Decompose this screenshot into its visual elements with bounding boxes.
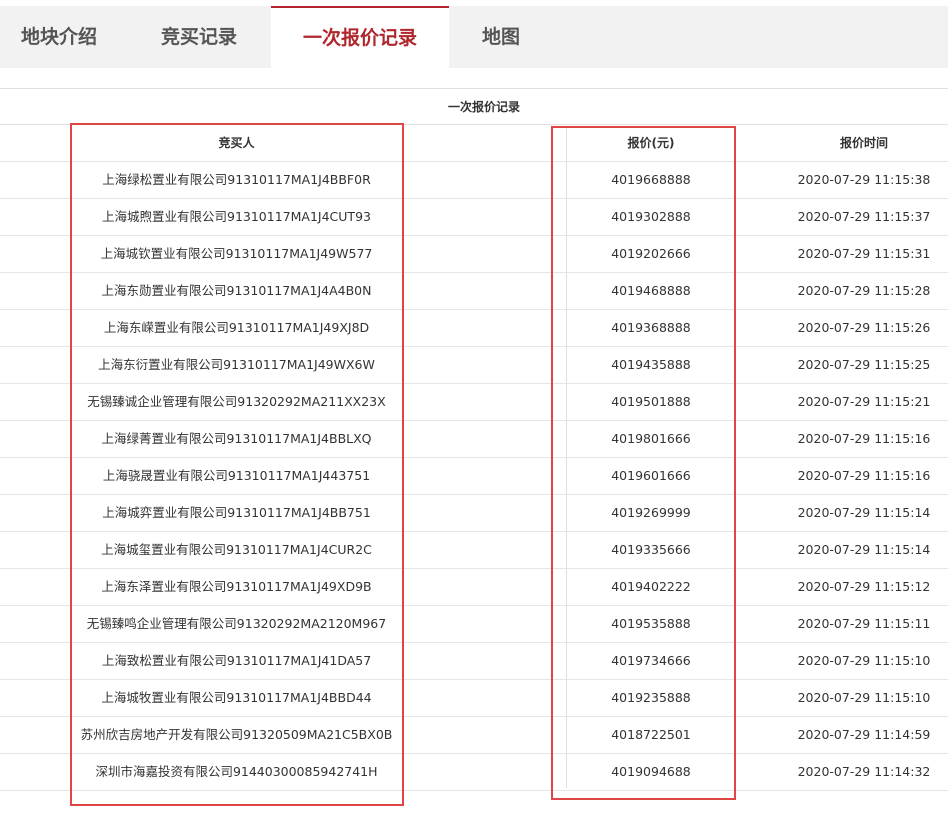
time-cell: 2020-07-29 11:15:31 [797, 246, 931, 261]
bidder-cell: 上海城玺置业有限公司91310117MA1J4CUR2C [101, 542, 372, 557]
bidder-cell: 上海东嵘置业有限公司91310117MA1J49XJ8D [103, 320, 370, 335]
price-cell: 4019368888 [611, 320, 691, 335]
price-cell: 4019302888 [611, 209, 691, 224]
price-cell: 4019094688 [611, 764, 691, 779]
time-cell: 2020-07-29 11:15:21 [797, 394, 931, 409]
table-row: 上海城牧置业有限公司91310117MA1J4BBD44 4019235888 20… [0, 680, 948, 717]
table-row: 上海绿菁置业有限公司91310117MA1J4BBLXQ 4019801666 20… [0, 421, 948, 458]
bidder-cell: 上海城钦置业有限公司91310117MA1J49W577 [100, 246, 373, 261]
bidder-cell: 上海东勋置业有限公司91310117MA1J4A4B0N [101, 283, 372, 298]
time-cell: 2020-07-29 11:15:25 [797, 357, 931, 372]
time-cell: 2020-07-29 11:15:11 [797, 616, 931, 631]
bidder-cell: 上海致松置业有限公司91310117MA1J41DA57 [101, 653, 372, 668]
time-cell: 2020-07-29 11:14:32 [797, 764, 931, 779]
bidder-cell: 上海绿松置业有限公司91310117MA1J4BBF0R [102, 172, 371, 187]
tab-first-quote-records[interactable]: 一次报价记录 [271, 6, 449, 68]
price-cell: 4019435888 [611, 357, 691, 372]
table-row: 上海城玺置业有限公司91310117MA1J4CUR2C 4019335666 20… [0, 532, 948, 569]
bidder-cell: 上海骁晟置业有限公司91310117MA1J443751 [102, 468, 371, 483]
time-cell: 2020-07-29 11:15:28 [797, 283, 931, 298]
price-cell: 4019734666 [611, 653, 691, 668]
table-row: 上海城弈置业有限公司91310117MA1J4BB751 4019269999 20… [0, 495, 948, 532]
time-cell: 2020-07-29 11:15:14 [797, 542, 931, 557]
bidder-cell: 上海东泽置业有限公司91310117MA1J49XD9B [101, 579, 372, 594]
time-cell: 2020-07-29 11:15:38 [797, 172, 931, 187]
quote-table: 一次报价记录 竞买人 报价(元) 报价时间 上海绿松置业有限公司91310117… [0, 88, 948, 791]
table-row: 上海城煦置业有限公司91310117MA1J4CUT93 4019302888 20… [0, 199, 948, 236]
time-cell: 2020-07-29 11:15:37 [797, 209, 931, 224]
header-time: 报价时间 [839, 136, 888, 150]
time-cell: 2020-07-29 11:15:26 [797, 320, 931, 335]
time-cell: 2020-07-29 11:15:12 [797, 579, 931, 594]
table-row: 上海骁晟置业有限公司91310117MA1J443751 4019601666 20… [0, 458, 948, 495]
bidder-cell: 无锡臻诚企业管理有限公司91320292MA211XX23X [87, 394, 386, 409]
table-row: 上海城钦置业有限公司91310117MA1J49W577 4019202666 20… [0, 236, 948, 273]
header-price: 报价(元) [627, 136, 675, 150]
column-divider [566, 126, 567, 788]
bidder-cell: 苏州欣吉房地产开发有限公司91320509MA21C5BX0B [80, 727, 393, 742]
tab-bidding-records[interactable]: 竞买记录 [140, 6, 258, 68]
table-header-row: 竞买人 报价(元) 报价时间 [0, 125, 948, 162]
tab-bar: 地块介绍 竞买记录 一次报价记录 地图 [0, 6, 948, 68]
time-cell: 2020-07-29 11:15:10 [797, 690, 931, 705]
table-row: 上海绿松置业有限公司91310117MA1J4BBF0R 4019668888 20… [0, 162, 948, 199]
tab-map[interactable]: 地图 [455, 6, 547, 68]
bidder-cell: 上海城弈置业有限公司91310117MA1J4BB751 [102, 505, 371, 520]
table-row: 上海东嵘置业有限公司91310117MA1J49XJ8D 4019368888 20… [0, 310, 948, 347]
time-cell: 2020-07-29 11:15:14 [797, 505, 931, 520]
bidder-cell: 上海城煦置业有限公司91310117MA1J4CUT93 [102, 209, 371, 224]
table-row: 苏州欣吉房地产开发有限公司91320509MA21C5BX0B 401872250… [0, 717, 948, 754]
bidder-cell: 上海东衍置业有限公司91310117MA1J49WX6W [98, 357, 375, 372]
price-cell: 4019801666 [611, 431, 691, 446]
price-cell: 4019601666 [611, 468, 691, 483]
price-cell: 4019269999 [611, 505, 691, 520]
table-row: 深圳市海嘉投资有限公司91440300085942741H 4019094688 2… [0, 754, 948, 791]
table-row: 无锡臻诚企业管理有限公司91320292MA211XX23X 4019501888… [0, 384, 948, 421]
price-cell: 4019501888 [611, 394, 691, 409]
time-cell: 2020-07-29 11:14:59 [797, 727, 931, 742]
price-cell: 4019668888 [611, 172, 691, 187]
table-body: 上海绿松置业有限公司91310117MA1J4BBF0R 4019668888 20… [0, 162, 948, 791]
time-cell: 2020-07-29 11:15:16 [797, 431, 931, 446]
table-row: 上海致松置业有限公司91310117MA1J41DA57 4019734666 20… [0, 643, 948, 680]
bidder-cell: 上海城牧置业有限公司91310117MA1J4BBD44 [101, 690, 372, 705]
price-cell: 4019402222 [611, 579, 691, 594]
price-cell: 4019335666 [611, 542, 691, 557]
price-cell: 4019468888 [611, 283, 691, 298]
price-cell: 4019535888 [611, 616, 691, 631]
time-cell: 2020-07-29 11:15:16 [797, 468, 931, 483]
table-row: 上海东衍置业有限公司91310117MA1J49WX6W 4019435888 20… [0, 347, 948, 384]
header-bidder: 竞买人 [218, 136, 255, 150]
table-caption: 一次报价记录 [0, 88, 948, 125]
bidder-cell: 无锡臻鸣企业管理有限公司91320292MA2120M967 [86, 616, 387, 631]
tab-land-intro[interactable]: 地块介绍 [0, 6, 118, 68]
price-cell: 4018722501 [611, 727, 691, 742]
table-row: 无锡臻鸣企业管理有限公司91320292MA2120M967 4019535888… [0, 606, 948, 643]
price-cell: 4019235888 [611, 690, 691, 705]
time-cell: 2020-07-29 11:15:10 [797, 653, 931, 668]
bidder-cell: 深圳市海嘉投资有限公司91440300085942741H [95, 764, 378, 779]
table-row: 上海东勋置业有限公司91310117MA1J4A4B0N 4019468888 20… [0, 273, 948, 310]
table-row: 上海东泽置业有限公司91310117MA1J49XD9B 4019402222 20… [0, 569, 948, 606]
bidder-cell: 上海绿菁置业有限公司91310117MA1J4BBLXQ [101, 431, 372, 446]
price-cell: 4019202666 [611, 246, 691, 261]
